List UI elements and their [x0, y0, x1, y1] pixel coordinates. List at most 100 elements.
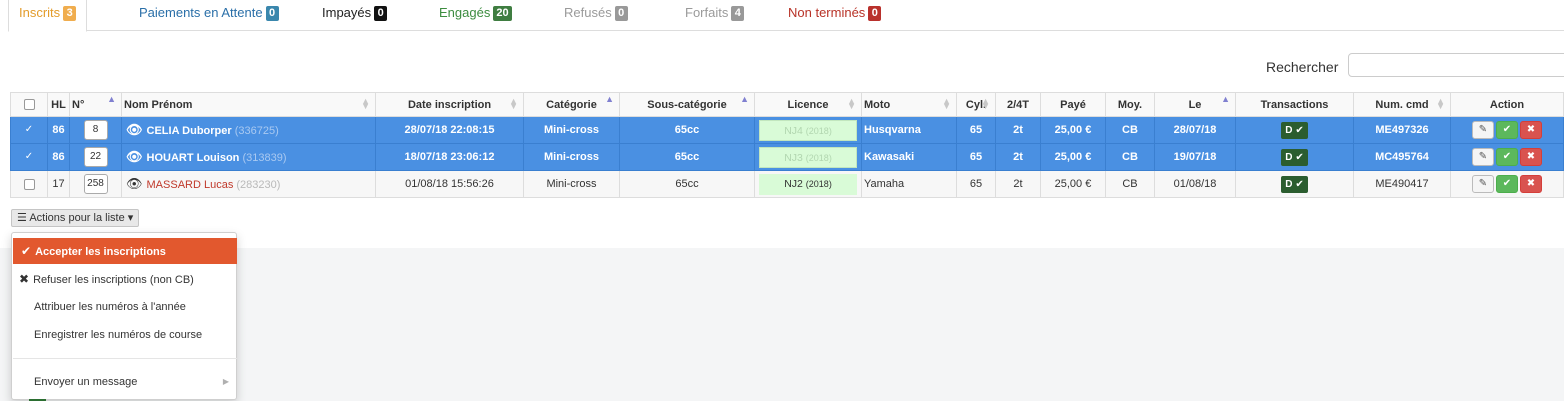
categorie-cell: Mini-cross — [523, 116, 620, 144]
number-cell: 258 — [69, 170, 122, 198]
select-all-checkbox[interactable] — [23, 99, 35, 111]
tab-paiements-en-attente[interactable]: Paiements en Attente 0 — [139, 0, 279, 31]
accept-button[interactable]: ✔ — [1496, 121, 1518, 139]
rider-name[interactable]: HOUART Louison — [147, 152, 240, 164]
refuse-button[interactable]: ✖ — [1520, 121, 1542, 139]
menu-item-message[interactable]: Envoyer un message ▶ — [13, 369, 237, 395]
menu-item-label: Envoyer un message — [34, 376, 138, 388]
menu-item-enregistrer[interactable]: Enregistrer les numéros de course — [13, 322, 237, 348]
num-cmd-cell: ME497326 — [1353, 116, 1451, 144]
column-header-num-cmd[interactable]: Num. cmd ▲ ▼ — [1353, 92, 1451, 117]
column-header-temps[interactable]: 2/4T — [995, 92, 1041, 117]
accept-button[interactable]: ✔ — [1496, 175, 1518, 193]
tab-count-badge: 0 — [868, 6, 882, 21]
number-cell: 22 — [69, 143, 122, 171]
column-header-cyl[interactable]: Cyl. ▲ ▼ — [956, 92, 996, 117]
table-row[interactable]: 17 258 👁 MASSARD Lucas (283230) 01/08/18 … — [10, 170, 1564, 198]
refuse-button[interactable]: ✖ — [1520, 175, 1542, 193]
column-header-date[interactable]: Date inscription ▲ ▼ — [375, 92, 524, 117]
row-select-cell — [10, 170, 48, 198]
tab-non-termines[interactable]: Non terminés 0 — [788, 0, 882, 31]
tab-label: Non terminés — [788, 5, 866, 20]
tab-count-badge: 0 — [265, 6, 279, 21]
column-header-le[interactable]: Le ▲ — [1154, 92, 1236, 117]
rider-id: (283230) — [236, 179, 281, 191]
status-tabs: Inscrits 3 Paiements en Attente 0 Impayés 0… — [8, 0, 1564, 32]
edit-button[interactable]: ✎ — [1472, 121, 1494, 139]
column-header-sous-categorie[interactable]: Sous-catégorie ▲ — [619, 92, 755, 117]
table-row[interactable]: ✓ 86 8 👁 CELIA Duborper (336725) 28/07/18… — [10, 116, 1564, 144]
menu-item-accept[interactable]: ✔ Accepter les inscriptions — [13, 238, 237, 264]
temps-cell: 2t — [995, 170, 1041, 198]
column-header-transactions[interactable]: Transactions — [1235, 92, 1354, 117]
list-actions-button[interactable]: ☰ Actions pour la liste ▾ — [11, 209, 140, 227]
sort-asc-icon: ▲ — [107, 94, 116, 104]
edit-button[interactable]: ✎ — [1472, 148, 1494, 166]
column-header-licence[interactable]: Licence ▲ ▼ — [754, 92, 862, 117]
accept-button[interactable]: ✔ — [1496, 148, 1518, 166]
tab-label: Forfaits — [685, 5, 729, 20]
name-cell: 👁 CELIA Duborper (336725) — [121, 116, 376, 144]
edit-button[interactable]: ✎ — [1472, 175, 1494, 193]
transaction-badge[interactable]: D ✔ — [1281, 148, 1308, 166]
column-header-categorie[interactable]: Catégorie ▲ — [523, 92, 620, 117]
race-number-input[interactable]: 22 — [83, 147, 108, 167]
registrations-table: HL N° ▲ Nom Prénom ▲ ▼ Date inscription ▲ ▼ C… — [10, 92, 1564, 198]
search-input[interactable] — [1348, 53, 1564, 77]
eye-icon[interactable]: 👁 — [126, 176, 143, 191]
list-actions-label: Actions pour la liste — [29, 212, 125, 224]
tab-refuses[interactable]: Refusés 0 — [564, 0, 628, 31]
sort-icon: ▲ ▼ — [509, 96, 518, 111]
tab-count-badge: 4 — [731, 6, 745, 21]
tab-forfaits[interactable]: Forfaits 4 — [685, 0, 745, 31]
rider-id: (313839) — [242, 152, 287, 164]
hl-cell: 86 — [47, 116, 70, 144]
column-header-moto[interactable]: Moto ▲ ▼ — [861, 92, 957, 117]
rider-name[interactable]: MASSARD Lucas — [147, 179, 234, 191]
transaction-badge[interactable]: D ✔ — [1281, 121, 1308, 139]
column-header-name[interactable]: Nom Prénom ▲ ▼ — [121, 92, 376, 117]
date-cell: 01/08/18 15:56:26 — [375, 170, 524, 198]
number-cell: 8 — [69, 116, 122, 144]
tab-inscrits[interactable]: Inscrits 3 — [8, 0, 88, 32]
column-header-moy[interactable]: Moy. — [1105, 92, 1155, 117]
eye-icon[interactable]: 👁 — [126, 149, 143, 164]
sort-icon: ▲ ▼ — [981, 96, 990, 111]
tab-engages[interactable]: Engagés 20 — [439, 0, 512, 31]
cyl-cell: 65 — [956, 143, 996, 171]
race-number-input[interactable]: 8 — [83, 120, 108, 140]
table-row[interactable]: ✓ 86 22 👁 HOUART Louison (313839) 18/07/1… — [10, 143, 1564, 171]
moto-cell: Yamaha — [861, 170, 957, 198]
sort-icon: ▲ ▼ — [942, 96, 951, 111]
row-checkbox[interactable]: ✓ — [24, 151, 35, 163]
menu-item-label: Refuser les inscriptions (non CB) — [33, 274, 194, 286]
sort-asc-icon: ▲ — [1221, 94, 1230, 104]
row-checkbox[interactable]: ✓ — [24, 124, 35, 136]
table-header-row: HL N° ▲ Nom Prénom ▲ ▼ Date inscription ▲ ▼ C… — [10, 92, 1564, 117]
rider-name[interactable]: CELIA Duborper — [147, 125, 232, 137]
select-all-header — [10, 92, 48, 117]
menu-item-attribuer[interactable]: Attribuer les numéros à l'année — [13, 294, 237, 320]
row-checkbox[interactable] — [23, 178, 35, 190]
menu-item-refuse[interactable]: ✖ Refuser les inscriptions (non CB) — [13, 266, 237, 292]
tab-label: Engagés — [439, 5, 491, 20]
race-number-input[interactable]: 258 — [83, 174, 108, 194]
licence-badge: NJ4 (2018) — [759, 119, 857, 141]
check-icon: ✔ — [1295, 151, 1304, 163]
eye-icon[interactable]: 👁 — [126, 122, 143, 137]
tab-count-badge: 0 — [374, 6, 388, 21]
num-cmd-cell: MC495764 — [1353, 143, 1451, 171]
tab-label: Paiements en Attente — [139, 5, 263, 20]
column-header-hl[interactable]: HL — [47, 92, 70, 117]
tab-impayes[interactable]: Impayés 0 — [322, 0, 388, 31]
column-header-paye[interactable]: Payé — [1040, 92, 1106, 117]
refuse-button[interactable]: ✖ — [1520, 148, 1542, 166]
list-actions-menu: ✔ Accepter les inscriptions ✖ Refuser les … — [11, 232, 237, 400]
column-header-num[interactable]: N° ▲ — [69, 92, 122, 117]
sous-categorie-cell: 65cc — [619, 170, 755, 198]
transactions-cell: D ✔ — [1235, 116, 1354, 144]
check-icon: ✔ — [1295, 178, 1304, 190]
check-icon: ✔ — [21, 244, 32, 258]
transaction-badge[interactable]: D ✔ — [1281, 175, 1308, 193]
hl-cell: 86 — [47, 143, 70, 171]
